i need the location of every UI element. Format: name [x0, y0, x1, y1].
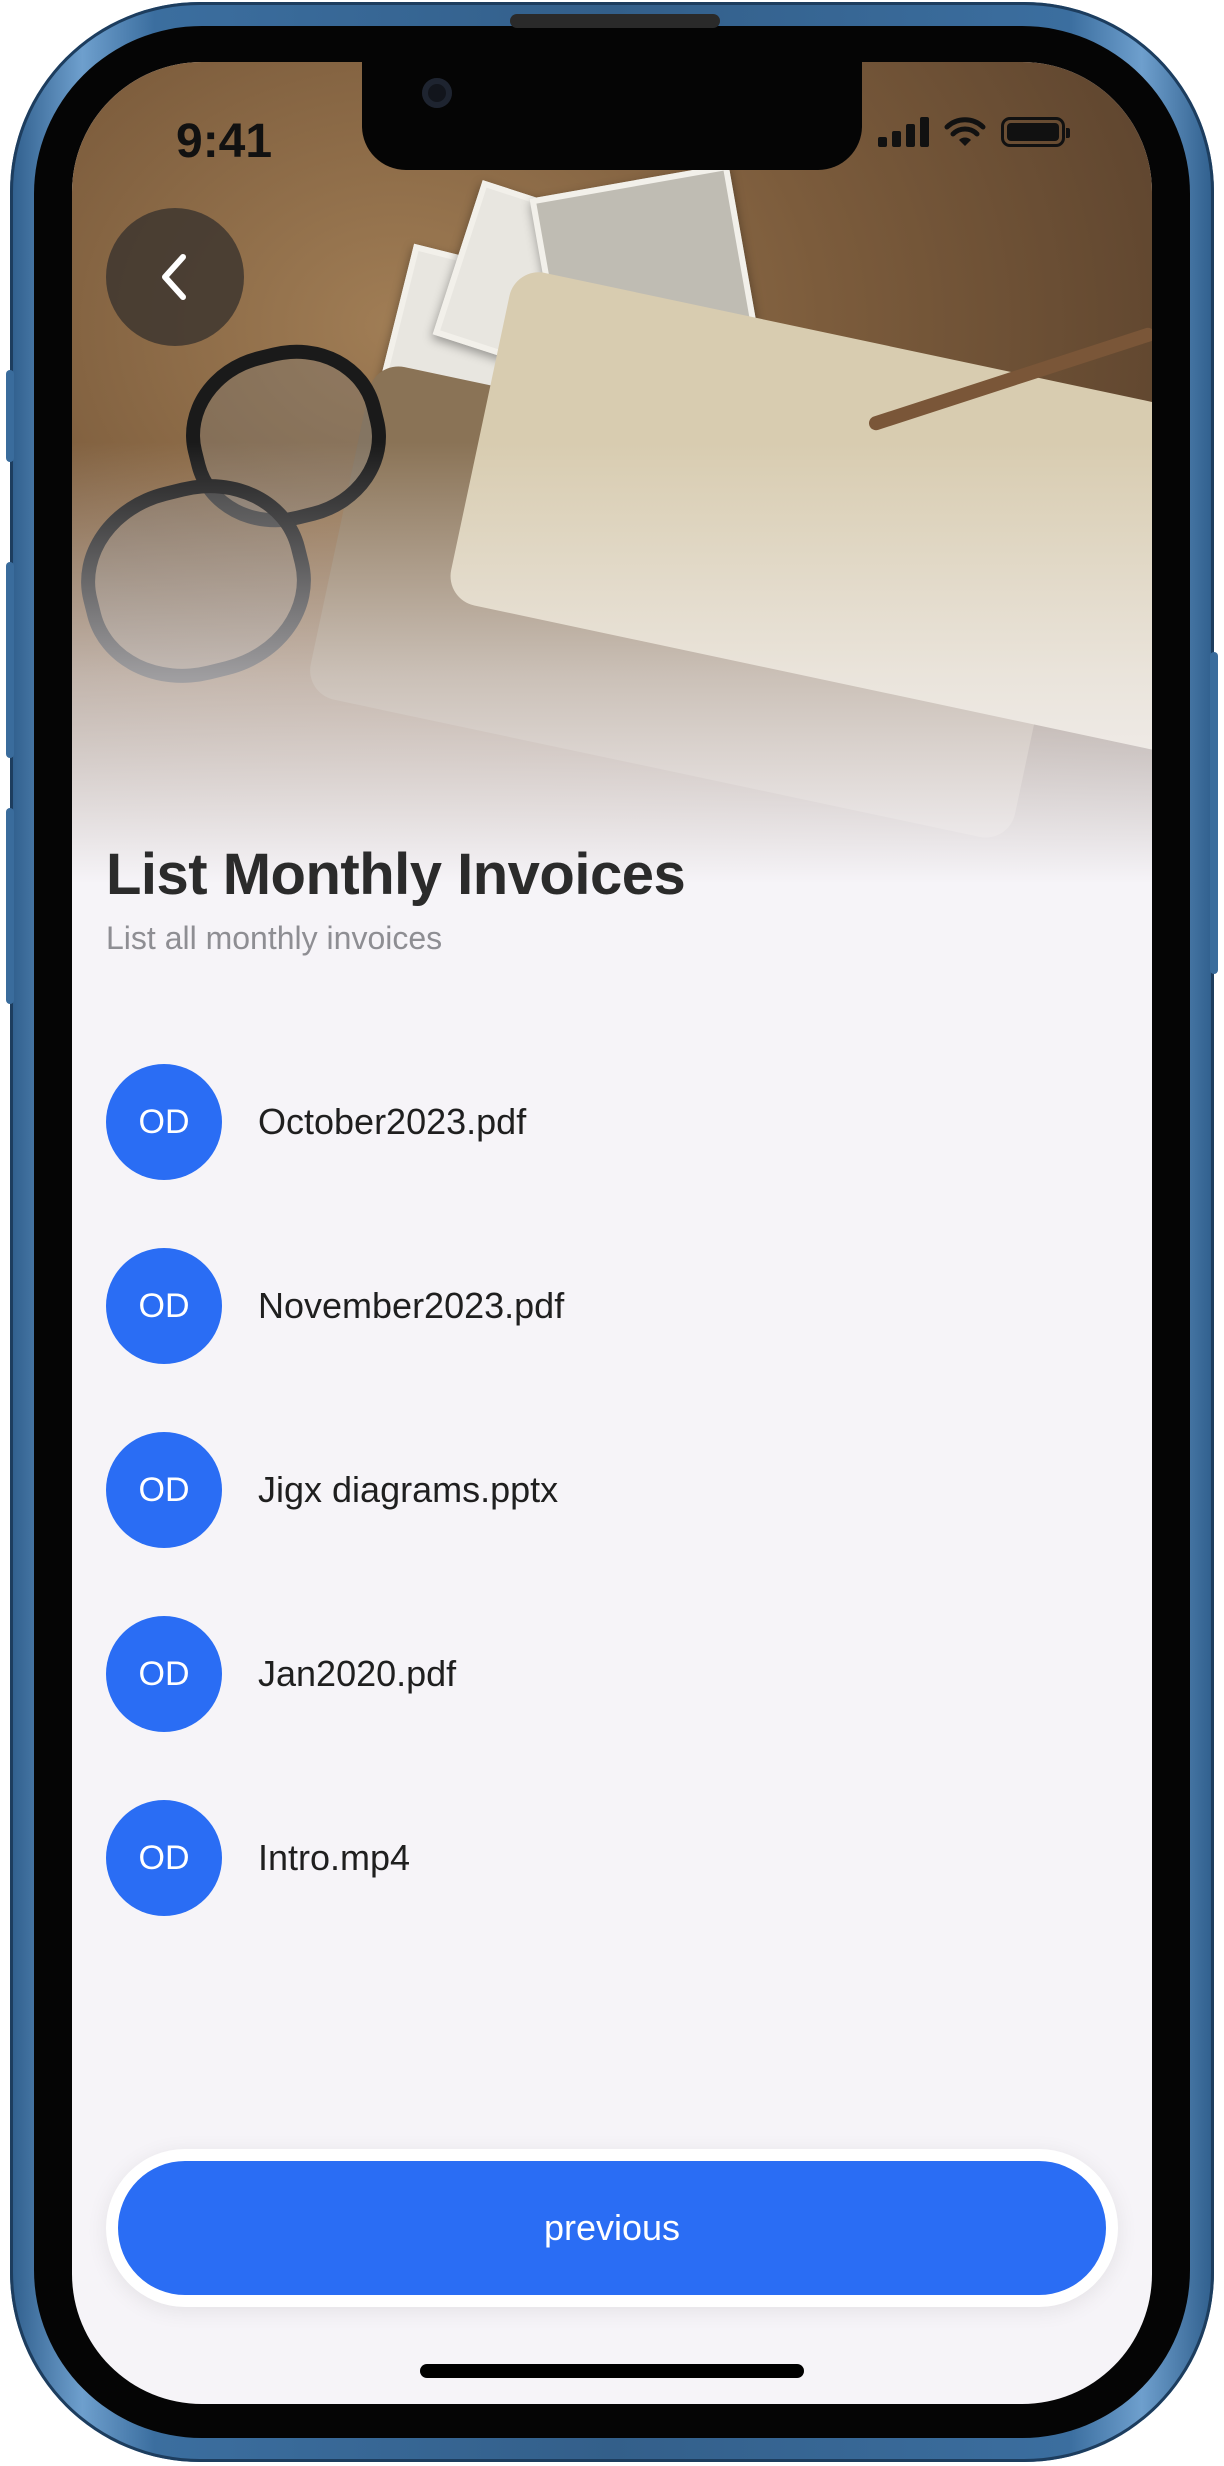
list-item[interactable]: OD Intro.mp4 — [106, 1766, 1116, 1950]
file-name: Intro.mp4 — [258, 1837, 411, 1878]
avatar: OD — [106, 1064, 222, 1180]
file-name: November2023.pdf — [258, 1285, 565, 1326]
avatar: OD — [106, 1616, 222, 1732]
back-button[interactable] — [106, 208, 244, 346]
battery-icon — [1001, 117, 1070, 147]
app-screen: 9:41 List Monthly Invoices List all mont… — [72, 62, 1152, 2404]
list-item[interactable]: OD Jan2020.pdf — [106, 1582, 1116, 1766]
avatar: OD — [106, 1800, 222, 1916]
notch — [362, 62, 862, 170]
power-button — [1210, 652, 1218, 974]
front-camera — [422, 78, 452, 108]
file-name: Jan2020.pdf — [258, 1653, 457, 1694]
file-list: OD October2023.pdf OD November2023.pdf O… — [106, 1030, 1116, 1950]
earpiece-speaker — [510, 14, 720, 28]
volume-down-button — [6, 808, 14, 1004]
avatar: OD — [106, 1432, 222, 1548]
list-item[interactable]: OD October2023.pdf — [106, 1030, 1116, 1214]
cellular-signal-icon — [878, 117, 929, 147]
status-icons — [878, 116, 1070, 148]
mute-switch — [6, 370, 14, 462]
status-time: 9:41 — [176, 115, 273, 168]
file-name: October2023.pdf — [258, 1101, 527, 1142]
volume-up-button — [6, 562, 14, 758]
wifi-icon — [944, 117, 986, 146]
list-item[interactable]: OD Jigx diagrams.pptx — [106, 1398, 1116, 1582]
page-header: List Monthly Invoices List all monthly i… — [106, 840, 1106, 957]
page-subtitle: List all monthly invoices — [106, 919, 443, 956]
avatar: OD — [106, 1248, 222, 1364]
previous-button[interactable]: previous — [118, 2161, 1106, 2295]
chevron-left-icon — [162, 254, 186, 300]
home-indicator[interactable] — [420, 2364, 804, 2378]
file-name: Jigx diagrams.pptx — [258, 1469, 559, 1510]
footer-action-bar: previous — [106, 2149, 1118, 2307]
list-item[interactable]: OD November2023.pdf — [106, 1214, 1116, 1398]
hero-image — [72, 62, 1152, 942]
page-title: List Monthly Invoices — [106, 842, 686, 907]
